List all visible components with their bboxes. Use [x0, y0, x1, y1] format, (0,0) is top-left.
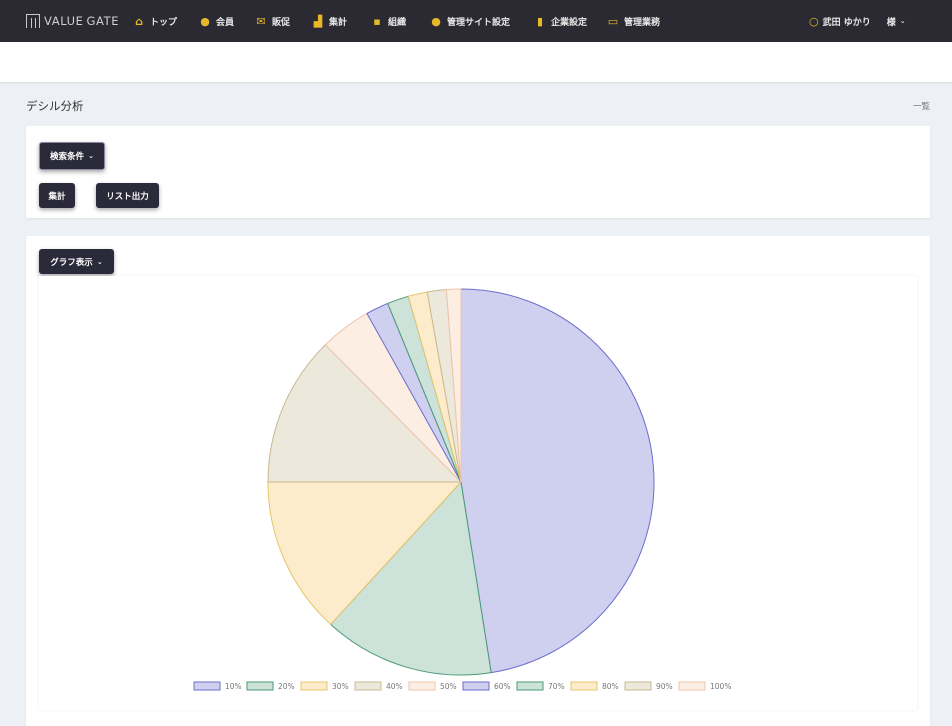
brand-part1: VALUE — [44, 14, 84, 28]
org-icon: ▪ — [373, 14, 381, 28]
legend-label-100pct[interactable]: 100% — [710, 682, 731, 691]
legend-label-20pct[interactable]: 20% — [278, 682, 295, 691]
list-output-label: リスト出力 — [106, 191, 149, 202]
monitor-icon: ▭ — [607, 14, 619, 28]
brand-mark-icon — [26, 14, 40, 28]
legend-label-10pct[interactable]: 10% — [225, 682, 242, 691]
aggregate-button[interactable]: 集計 — [39, 183, 75, 208]
brand-logo[interactable]: VALUE GATE — [26, 0, 119, 42]
legend-swatch-50pct[interactable] — [408, 681, 436, 691]
legend-label-50pct[interactable]: 50% — [440, 682, 457, 691]
nav-item-admin-site-settings[interactable]: ● 管理サイト設定 — [430, 0, 510, 42]
envelope-icon: ✉ — [256, 14, 266, 28]
nav-item-company-settings[interactable]: ▮ 企業設定 — [534, 0, 587, 42]
nav-item-organization[interactable]: ▪ 組織 — [371, 0, 406, 42]
page-title: デシル分析 — [26, 99, 84, 113]
aggregate-label: 集計 — [48, 191, 66, 202]
chart-icon: ▟ — [313, 14, 323, 28]
nav-item-members[interactable]: ● 会員 — [199, 0, 234, 42]
legend-label-40pct[interactable]: 40% — [386, 682, 403, 691]
pie-slice-10pct[interactable] — [460, 288, 655, 674]
nav-item-label: 販促 — [272, 17, 291, 28]
pie-slices — [267, 288, 655, 676]
legend-swatch-10pct[interactable] — [193, 681, 221, 691]
nav-item-label: 企業設定 — [551, 17, 588, 28]
user-menu[interactable]: ○ 武田 ゆかり 様 ⌄ — [809, 0, 906, 42]
legend-swatch-30pct[interactable] — [300, 681, 328, 691]
home-icon: ⌂ — [135, 14, 143, 28]
legend-swatch-70pct[interactable] — [516, 681, 544, 691]
chevron-down-icon: ⌄ — [96, 257, 103, 266]
nav-item-label: 管理業務 — [624, 17, 661, 28]
nav-item-label: 組織 — [388, 17, 407, 28]
nav-item-admin-tasks[interactable]: ▭ 管理業務 — [607, 0, 660, 42]
nav-item-top[interactable]: ⌂ トップ — [133, 0, 177, 42]
legend-swatch-60pct[interactable] — [462, 681, 490, 691]
brand-part2: GATE — [86, 14, 120, 28]
person-icon: ● — [200, 14, 210, 28]
chevron-down-icon: ⌄ — [88, 152, 94, 160]
chart-area: 10% 20% 30% 40% 50% 60% 70% 80% 90% 100% — [39, 276, 917, 710]
top-navbar: VALUE GATE ⌂ トップ ● 会員 ✉ 販促 ▟ 集計 ▪ 組織 ● 管理… — [0, 0, 952, 42]
user-name: 武田 ゆかり — [822, 17, 871, 28]
graph-display-label: グラフ表示 — [50, 257, 93, 268]
chart-legend: 10% 20% 30% 40% 50% 60% 70% 80% 90% 100% — [193, 681, 731, 691]
graph-card: グラフ表示 ⌄ 10% 20% 30% 40% 50% 60% 70% 80% 90% 100% — [26, 236, 930, 726]
chevron-down-icon: ⌄ — [899, 17, 906, 25]
legend-label-60pct[interactable]: 60% — [494, 682, 511, 691]
nav-item-aggregate[interactable]: ▟ 集計 — [312, 0, 347, 42]
legend-swatch-40pct[interactable] — [354, 681, 382, 691]
pie-chart: 10% 20% 30% 40% 50% 60% 70% 80% 90% 100% — [193, 288, 731, 691]
legend-label-70pct[interactable]: 70% — [548, 682, 565, 691]
search-conditions-label: 検索条件 — [50, 152, 85, 162]
nav-item-label: 会員 — [216, 17, 235, 28]
list-output-button[interactable]: リスト出力 — [96, 183, 159, 208]
building-icon: ▮ — [536, 14, 544, 28]
list-link[interactable]: 一覧 — [913, 100, 930, 112]
user-gear-icon: ● — [431, 14, 441, 28]
nav-item-promotion[interactable]: ✉ 販促 — [255, 0, 290, 42]
legend-label-80pct[interactable]: 80% — [602, 682, 619, 691]
graph-display-button[interactable]: グラフ表示 ⌄ — [39, 249, 114, 274]
sub-header-bar — [0, 42, 952, 83]
person-outline-icon: ○ — [809, 14, 819, 28]
nav-item-label: 集計 — [329, 17, 348, 28]
search-conditions-button[interactable]: 検索条件 ⌄ — [39, 142, 105, 170]
nav-item-label: 管理サイト設定 — [447, 17, 511, 28]
legend-swatch-90pct[interactable] — [624, 681, 652, 691]
nav-item-label: トップ — [150, 17, 178, 28]
search-card: 検索条件 ⌄ 集計 リスト出力 — [26, 126, 930, 218]
legend-label-90pct[interactable]: 90% — [656, 682, 673, 691]
legend-swatch-80pct[interactable] — [570, 681, 598, 691]
legend-swatch-20pct[interactable] — [246, 681, 274, 691]
user-suffix: 様 — [886, 17, 896, 28]
legend-label-30pct[interactable]: 30% — [332, 682, 349, 691]
legend-swatch-100pct[interactable] — [678, 681, 706, 691]
brand-text: VALUE GATE — [44, 14, 119, 28]
